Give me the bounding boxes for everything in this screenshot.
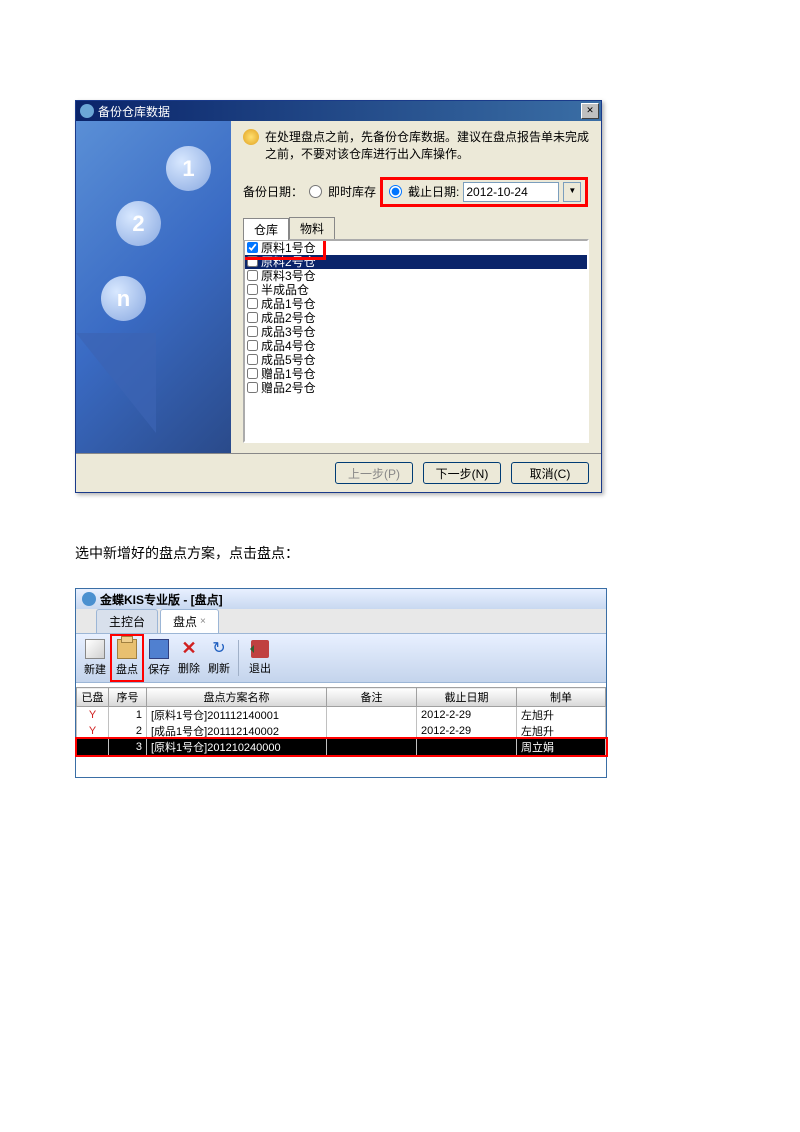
close-icon[interactable]: ✕ [581,103,599,119]
toolbar-separator [238,640,241,676]
warehouse-checkbox[interactable] [247,256,258,267]
table-row[interactable]: Y2[成品1号仓]2011121400022012-2-29左旭升 [77,723,606,739]
next-button[interactable]: 下一步(N) [423,462,501,484]
chevron-down-icon[interactable]: ▼ [563,182,581,202]
count-button[interactable]: 盘点 [112,636,142,680]
cutoff-date-input[interactable] [463,182,559,202]
exit-icon [251,640,269,658]
hint-text: 在处理盘点之前，先备份仓库数据。建议在盘点报告单未完成之前，不要对该仓库进行出入… [265,129,589,163]
toolbar: 新建 盘点 保存 ✕ 删除 ↻ 刷新 退出 [76,633,606,683]
col-cutoff[interactable]: 截止日期 [417,688,517,707]
col-maker[interactable]: 制单 [517,688,606,707]
backup-warehouse-dialog: 备份仓库数据 ✕ 1 2 n 在处理盘点之前，先备份仓库数据。建议在盘点报告单未… [75,100,602,493]
new-button[interactable]: 新建 [80,636,110,680]
app-icon [82,592,96,606]
wizard-graphic: 1 2 n [76,121,231,453]
window2-title: 金蝶KIS专业版 - [盘点] [100,591,223,608]
radio-instant-label: 即时库存 [328,183,376,200]
tab-main-console[interactable]: 主控台 [96,609,158,633]
highlight-cutoff-date: 截止日期: ▼ [380,177,588,207]
save-icon [149,639,169,659]
warehouse-checkbox[interactable] [247,312,258,323]
table-header-row: 已盘 序号 盘点方案名称 备注 截止日期 制单 [77,688,606,707]
radio-cutoff-label: 截止日期: [408,183,459,200]
cancel-button[interactable]: 取消(C) [511,462,589,484]
highlight-count-button: 盘点 [110,634,144,682]
new-icon [85,639,105,659]
warehouse-checkbox[interactable] [247,326,258,337]
tab-warehouse[interactable]: 仓库 [243,218,289,240]
warehouse-checkbox[interactable] [247,354,258,365]
list-item[interactable]: 赠品2号仓 [245,381,587,395]
delete-button[interactable]: ✕ 删除 [174,636,204,680]
warehouse-checkbox[interactable] [247,340,258,351]
radio-instant[interactable] [309,185,322,198]
dialog-title: 备份仓库数据 [98,103,581,120]
radio-cutoff[interactable] [389,185,402,198]
instruction-text: 选中新增好的盘点方案，点击盘点： [75,543,725,563]
window2-titlebar[interactable]: 金蝶KIS专业版 - [盘点] [76,589,606,609]
save-button[interactable]: 保存 [144,636,174,680]
close-icon[interactable]: × [200,616,206,627]
col-remark[interactable]: 备注 [327,688,417,707]
warehouse-checkbox[interactable] [247,298,258,309]
warehouse-checkbox[interactable] [247,270,258,281]
tab-material[interactable]: 物料 [289,217,335,239]
inventory-plans-table[interactable]: 已盘 序号 盘点方案名称 备注 截止日期 制单 Y1[原料1号仓]2011121… [76,687,606,755]
refresh-icon: ↻ [210,640,228,658]
table-row[interactable]: 3[原料1号仓]201210240000周立娟 [77,739,606,755]
step-2-circle: 2 [116,201,161,246]
delete-icon: ✕ [180,640,198,658]
exit-button[interactable]: 退出 [245,636,275,680]
folder-open-icon [117,639,137,659]
warehouse-checkbox[interactable] [247,284,258,295]
warehouse-checkbox[interactable] [247,382,258,393]
prev-button[interactable]: 上一步(P) [335,462,413,484]
warehouse-checkbox[interactable] [247,368,258,379]
warehouse-listbox[interactable]: 原料1号仓原料2号仓原料3号仓半成品仓成品1号仓成品2号仓成品3号仓成品4号仓成… [243,239,589,443]
dialog-titlebar[interactable]: 备份仓库数据 ✕ [76,101,601,121]
lightbulb-icon [243,129,259,145]
kis-inventory-window: 金蝶KIS专业版 - [盘点] 主控台 盘点 × 新建 盘点 保存 ✕ 删除 [75,588,607,778]
backup-date-label: 备份日期： [243,183,303,200]
step-1-circle: 1 [166,146,211,191]
warehouse-name: 赠品2号仓 [261,379,316,396]
app-icon [80,104,94,118]
col-seq[interactable]: 序号 [109,688,147,707]
table-row[interactable]: Y1[原料1号仓]2011121400012012-2-29左旭升 [77,707,606,724]
tab-inventory-count[interactable]: 盘点 × [160,609,219,633]
col-plan[interactable]: 盘点方案名称 [147,688,327,707]
refresh-button[interactable]: ↻ 刷新 [204,636,234,680]
step-n-circle: n [101,276,146,321]
document-tabs: 主控台 盘点 × [76,609,606,633]
col-done[interactable]: 已盘 [77,688,109,707]
warehouse-checkbox[interactable] [247,242,258,253]
